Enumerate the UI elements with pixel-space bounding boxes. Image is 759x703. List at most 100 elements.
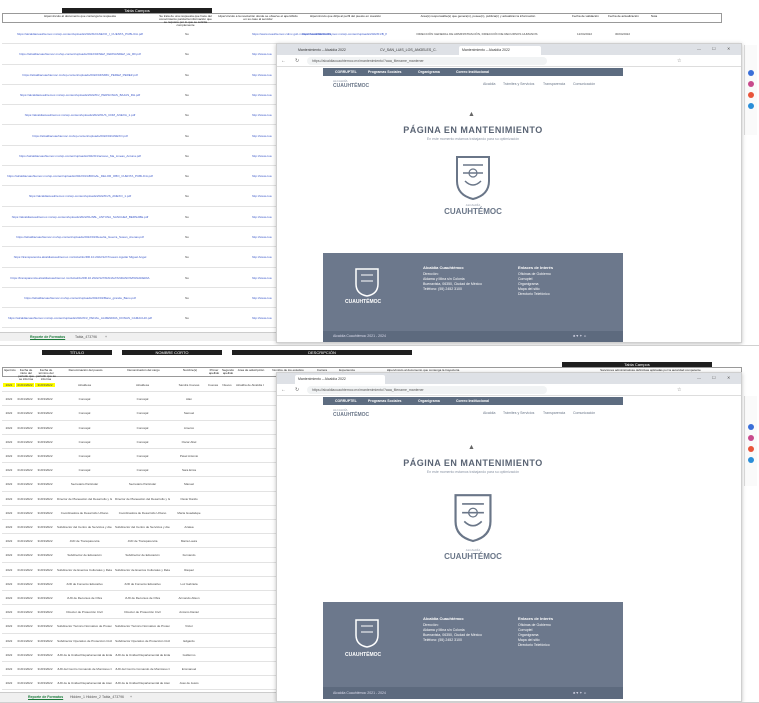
social-icons[interactable]: ♣ ♥ ✦ ☺ xyxy=(573,334,587,338)
document-link[interactable]: https://alcaldiacuauhtemoc.mx/wp-content… xyxy=(6,316,154,320)
correo-link[interactable]: Correo Institucional xyxy=(456,399,489,403)
tab-hidden2[interactable]: Hidden_2 xyxy=(86,695,101,699)
tab-reporte[interactable]: Reporte de Formatos xyxy=(28,695,63,699)
back-icon[interactable]: ← xyxy=(281,387,286,393)
tab-reporte[interactable]: Reporte de Formatos xyxy=(30,335,65,339)
year-cell: 2022 xyxy=(5,454,13,458)
star-icon[interactable]: ☆ xyxy=(677,58,681,64)
footer-link[interactable]: Directorio Telefónico xyxy=(518,643,553,648)
organigrama-link[interactable]: Organigrama xyxy=(418,70,440,74)
resolution-link[interactable]: http://www.cua xyxy=(252,134,276,138)
nav-comunicacion[interactable]: Comunicación xyxy=(573,411,595,415)
document-link[interactable]: https://alcaldiacuauhtemoc.mx/wp-content… xyxy=(6,113,154,117)
close-icon[interactable]: ✕ xyxy=(727,46,730,51)
document-link[interactable]: https://alcaldiacuauhtemoc.mx/wp-content… xyxy=(6,93,154,97)
address-bar[interactable]: https://alcaldiacuauhtemoc.mx/mantenimie… xyxy=(307,386,547,394)
browser-tab-3[interactable]: Mantenimiento – Alcaldía 2022 xyxy=(459,46,541,55)
document-link[interactable]: https://alcaldiacuauhtemoc.mx/wp-content… xyxy=(6,154,154,158)
tab-hidden1[interactable]: Hidden_1 xyxy=(70,695,85,699)
office-icon[interactable] xyxy=(748,92,754,98)
nav-comunicacion[interactable]: Comunicación xyxy=(573,82,595,86)
nav-transparencia[interactable]: Transparencia xyxy=(543,82,565,86)
cargo-cell: Secretario Particular xyxy=(128,482,157,487)
document-link[interactable]: https://alcaldiacuauhtemoc.mx/wp-content… xyxy=(6,215,154,219)
resolution-link[interactable]: http://www.cua xyxy=(252,113,276,117)
footer-col-1: Alcaldía Cuauhtémoc Dirección: Aldama y … xyxy=(423,616,482,643)
browser-tab-2[interactable]: CV_SAN_LUIS_LOS_ANGELES_C. xyxy=(377,46,457,55)
resolution-link[interactable]: http://www.cua xyxy=(252,73,276,77)
outlook-icon[interactable] xyxy=(748,457,754,463)
resolution-link[interactable]: http://www.cua xyxy=(252,316,276,320)
puesto-cell: Subdirector de Eventos Culturales y Rela… xyxy=(57,567,112,572)
nav-alcaldia[interactable]: Alcaldía xyxy=(483,411,495,415)
nav-tramites[interactable]: Trámites y Servicios xyxy=(503,82,534,86)
nav-tramites[interactable]: Trámites y Servicios xyxy=(503,411,534,415)
browser-tab-1[interactable]: Mantenimiento – Alcaldía 2022 xyxy=(295,375,385,384)
end-date-cell: 31/03/2022 xyxy=(37,652,53,657)
column-header: Fecha de actualización xyxy=(608,15,639,18)
resolution-link[interactable]: http://www.cua xyxy=(252,194,276,198)
footer-col-2-title: Enlaces de Interés xyxy=(518,616,554,621)
address-bar[interactable]: https://alcaldiacuauhtemoc.mx/mantenimie… xyxy=(307,57,547,65)
programas-link[interactable]: Programas Sociales xyxy=(368,399,401,403)
organigrama-link[interactable]: Organigrama xyxy=(418,399,440,403)
document-link[interactable]: https://alcaldiacuauhtemoc.mx/wp-content… xyxy=(6,235,154,239)
document-link[interactable]: https://transparencia.alcaldiacuauhtemoc… xyxy=(6,276,154,280)
document-link[interactable]: https://transparencia.alcaldiacuauhtemoc… xyxy=(6,255,154,259)
reload-icon[interactable]: ↻ xyxy=(295,387,299,393)
tools-icon[interactable] xyxy=(748,435,754,441)
search-icon[interactable] xyxy=(748,70,754,76)
resolution-link[interactable]: http://www.cua xyxy=(252,255,276,259)
programas-link[interactable]: Programas Sociales xyxy=(368,70,401,74)
correo-link[interactable]: Correo Institucional xyxy=(456,70,489,74)
document-link[interactable]: https://alcaldiacuauhtemoc.mx/wp-content… xyxy=(6,296,154,300)
tab-tabla[interactable]: Tabla_473796 xyxy=(102,695,124,699)
document-link[interactable]: https://alcaldiacuauhtemoc.mx/wp-content… xyxy=(6,134,154,138)
profile-link[interactable]: https://alcaldiacuauhtemoc.mx/wp-content… xyxy=(302,32,387,36)
end-date-cell: 31/03/2022 xyxy=(37,525,53,529)
document-link[interactable]: https://alcaldiacuauhtemoc.mx/wp-content… xyxy=(6,194,154,198)
corruptel-link[interactable]: CORRUPTEL xyxy=(335,70,357,74)
nav-alcaldia[interactable]: Alcaldía xyxy=(483,82,495,86)
footer-link[interactable]: Directorio Telefónico xyxy=(518,292,553,297)
star-icon[interactable]: ☆ xyxy=(677,387,681,393)
cargo-cell: Concejal xyxy=(136,425,149,430)
document-link[interactable]: https://alcaldiacuauhtemoc.mx/wp-content… xyxy=(6,52,154,56)
puesto-cell: JUD del Centro Comando de Monitoreo Ciud… xyxy=(57,667,112,671)
browser-tab-1[interactable]: Mantenimiento – Alcaldía 2022 xyxy=(295,46,375,55)
search-icon[interactable] xyxy=(748,424,754,430)
tab-add[interactable]: + xyxy=(105,335,107,339)
outlook-icon[interactable] xyxy=(748,103,754,109)
corruptel-link[interactable]: CORRUPTEL xyxy=(335,399,357,403)
resolution-link[interactable]: http://www.cua xyxy=(252,174,276,178)
footer-col-1-line: Teléfono: (55) 2452 3100 xyxy=(423,638,462,642)
office-icon[interactable] xyxy=(748,446,754,452)
back-icon[interactable]: ← xyxy=(281,58,286,64)
document-link[interactable]: https://alcaldiacuauhtemoc.mx/wp-content… xyxy=(6,73,154,77)
social-icons[interactable]: ♣ ♥ ✦ ☺ xyxy=(573,691,587,695)
close-icon[interactable]: ✕ xyxy=(727,375,730,380)
maximize-icon[interactable]: ☐ xyxy=(712,375,716,380)
group-title-2: NOMBRE CORTO xyxy=(122,350,222,355)
minimize-icon[interactable]: — xyxy=(697,46,701,51)
minimize-icon[interactable]: — xyxy=(697,375,701,380)
reload-icon[interactable]: ↻ xyxy=(295,58,299,64)
resolution-link[interactable]: http://www.cua xyxy=(252,215,276,219)
document-link[interactable]: https://alcaldiacuauhtemoc.mx/wp-content… xyxy=(6,174,154,178)
tools-icon[interactable] xyxy=(748,81,754,87)
resolution-link[interactable]: http://www.cua xyxy=(252,154,276,158)
maximize-icon[interactable]: ☐ xyxy=(712,46,716,51)
resolution-link[interactable]: http://www.cua xyxy=(252,52,276,56)
resolution-link[interactable]: http://www.cua xyxy=(252,235,276,239)
end-date-cell: 31/03/2022 xyxy=(37,681,53,686)
nav-transparencia[interactable]: Transparencia xyxy=(543,411,565,415)
answer-cell: No xyxy=(185,153,189,158)
tab-tabla[interactable]: Tabla_473796 xyxy=(75,335,97,339)
resolution-link[interactable]: http://www.cua xyxy=(252,276,276,280)
start-date-cell: 01/01/2022 xyxy=(17,610,33,615)
start-date-cell: 01/01/2022 xyxy=(17,496,33,501)
document-link[interactable]: https://alcaldiacuauhtemoc.mx/wp-content… xyxy=(6,32,154,36)
tab-add[interactable]: + xyxy=(130,695,132,699)
resolution-link[interactable]: http://www.cua xyxy=(252,296,276,300)
resolution-link[interactable]: http://www.cua xyxy=(252,93,276,97)
